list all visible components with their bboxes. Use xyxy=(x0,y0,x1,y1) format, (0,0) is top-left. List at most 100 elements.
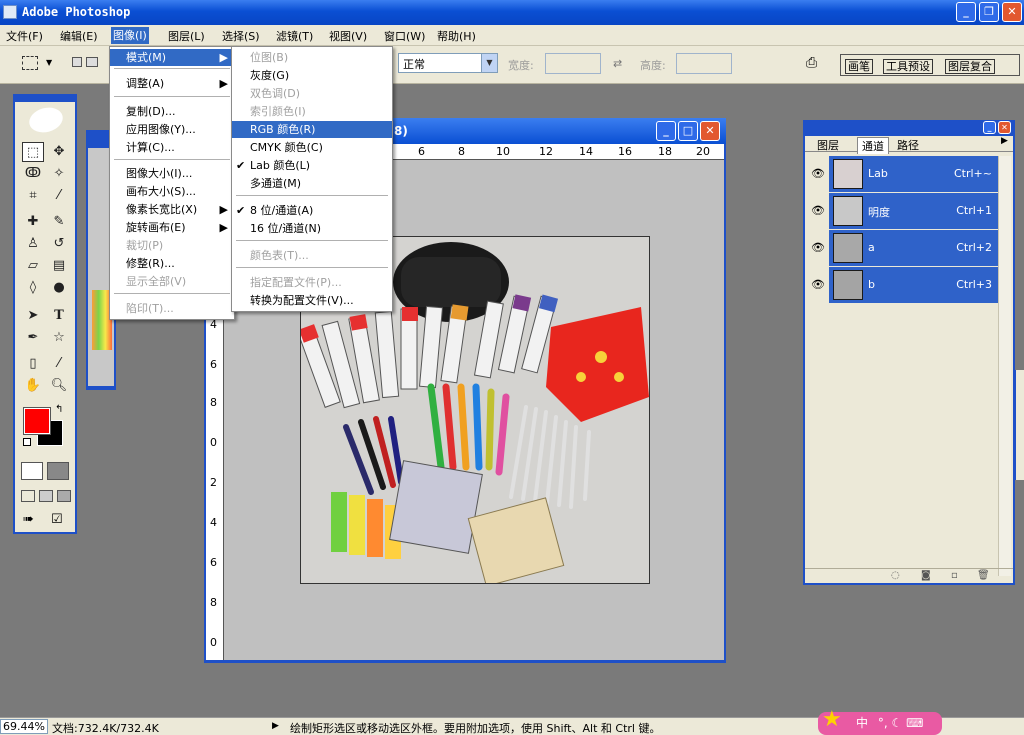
well-tab-layer-comps[interactable]: 图层复合 xyxy=(945,59,995,74)
shape-tool-icon[interactable]: ☆ xyxy=(48,328,70,348)
minimize-button[interactable]: _ xyxy=(956,2,976,22)
tab-channels[interactable]: 通道 xyxy=(857,137,889,154)
menu-view[interactable]: 视图(V) xyxy=(329,28,367,44)
doc-minimize-button[interactable]: _ xyxy=(656,121,676,141)
notes-tool-icon[interactable]: ▯ xyxy=(22,354,44,374)
channel-row-b[interactable]: 👁︎ b Ctrl+3 xyxy=(807,267,998,303)
menu-select[interactable]: 选择(S) xyxy=(222,28,260,44)
well-tab-brushes[interactable]: 画笔 xyxy=(845,59,873,74)
menu-layer[interactable]: 图层(L) xyxy=(168,28,205,44)
menu-item-rotate-canvas[interactable]: 旋转画布(E) ▶ xyxy=(110,219,234,236)
ime-keyboard-icon[interactable]: ⌨ xyxy=(906,716,923,730)
pen-tool-icon[interactable]: ✒ xyxy=(22,328,44,348)
history-brush-icon[interactable]: ↺ xyxy=(48,234,70,254)
channel-row-lightness[interactable]: 👁︎ 明度 Ctrl+1 xyxy=(807,193,998,229)
eye-icon[interactable]: 👁︎ xyxy=(807,156,829,192)
type-tool-icon[interactable]: T xyxy=(48,306,70,326)
style-select[interactable]: 正常 ▼ xyxy=(398,53,498,73)
load-selection-icon[interactable]: ◌ xyxy=(891,570,900,581)
screen-mode-standard-icon[interactable] xyxy=(21,490,35,502)
menu-image[interactable]: 图像(I) xyxy=(111,27,149,44)
save-selection-icon[interactable]: ◙ xyxy=(921,570,931,581)
hand-tool-icon[interactable]: ✋ xyxy=(22,376,44,396)
standard-mode-icon[interactable] xyxy=(21,462,43,480)
clone-stamp-icon[interactable]: ♙ xyxy=(22,234,44,254)
marquee-tool-icon[interactable]: ⬚ xyxy=(22,142,44,162)
swap-icon[interactable]: ⇄ xyxy=(613,57,622,70)
menu-item-image-size[interactable]: 图像大小(I)... xyxy=(110,165,192,182)
panel-scrollbar[interactable] xyxy=(998,156,1011,576)
menu-file[interactable]: 文件(F) xyxy=(6,28,43,44)
height-field[interactable] xyxy=(676,53,732,74)
close-button[interactable]: ✕ xyxy=(1002,2,1022,22)
menu-help[interactable]: 帮助(H) xyxy=(437,28,476,44)
well-tab-tool-presets[interactable]: 工具预设 xyxy=(883,59,933,74)
menu-item-grayscale[interactable]: 灰度(G) xyxy=(232,67,289,84)
eye-icon[interactable]: 👁︎ xyxy=(807,230,829,266)
brush-tool-icon[interactable]: ✎ xyxy=(48,212,70,232)
menu-item-calculations[interactable]: 计算(C)... xyxy=(110,139,175,156)
menu-item-apply-image[interactable]: 应用图像(Y)... xyxy=(110,121,196,138)
trash-icon[interactable]: 🗑︎ xyxy=(977,570,990,581)
menu-item-cmyk-color[interactable]: CMYK 颜色(C) xyxy=(232,139,323,156)
width-field[interactable] xyxy=(545,53,601,74)
file-browser-icon[interactable]: ⎙ xyxy=(806,55,826,73)
crop-tool-icon[interactable]: ⌗ xyxy=(22,186,44,206)
quick-mask-mode-icon[interactable] xyxy=(47,462,69,480)
magic-wand-tool-icon[interactable]: ✧ xyxy=(48,164,70,184)
menu-item-convert-profile[interactable]: 转换为配置文件(V)... xyxy=(232,292,354,309)
chevron-down-icon[interactable]: ▼ xyxy=(46,58,52,67)
menu-edit[interactable]: 编辑(E) xyxy=(60,28,98,44)
menu-window[interactable]: 窗口(W) xyxy=(384,28,425,44)
menu-item-pixel-aspect[interactable]: 像素长宽比(X) ▶ xyxy=(110,201,234,218)
menu-item-16-bit[interactable]: 16 位/通道(N) xyxy=(232,220,321,237)
menu-item-multichannel[interactable]: 多通道(M) xyxy=(232,175,301,192)
menu-item-canvas-size[interactable]: 画布大小(S)... xyxy=(110,183,196,200)
gradient-tool-icon[interactable]: ▤ xyxy=(48,256,70,276)
doc-maximize-button[interactable]: □ xyxy=(678,121,698,141)
menu-item-lab-color[interactable]: ✔ Lab 颜色(L) xyxy=(232,157,310,174)
menu-item-8-bit[interactable]: ✔ 8 位/通道(A) xyxy=(232,202,313,219)
ime-punctuation-icon[interactable]: °, xyxy=(878,716,888,730)
tab-paths[interactable]: 路径 xyxy=(897,137,919,153)
zoom-field[interactable]: 69.44% xyxy=(0,719,48,734)
menu-filter[interactable]: 滤镜(T) xyxy=(276,28,313,44)
play-icon[interactable]: ▶ xyxy=(272,721,279,731)
menu-item-trim[interactable]: 修整(R)... xyxy=(110,255,175,272)
channel-row-lab[interactable]: 👁︎ Lab Ctrl+~ xyxy=(807,156,998,192)
panel-minimize-button[interactable]: _ xyxy=(983,121,996,134)
menu-item-duplicate[interactable]: 复制(D)... xyxy=(110,103,176,120)
menu-item-rgb-color[interactable]: RGB 颜色(R) xyxy=(232,121,392,138)
panel-close-button[interactable]: ✕ xyxy=(998,121,1011,134)
default-colors-icon[interactable] xyxy=(23,438,31,446)
add-selection-icon[interactable] xyxy=(86,57,98,67)
doc-size-info[interactable]: 文档:732.4K/732.4K xyxy=(52,720,159,735)
eye-icon[interactable]: 👁︎ xyxy=(807,193,829,229)
panel-menu-arrow-icon[interactable]: ▶ xyxy=(1001,136,1008,146)
doc-close-button[interactable]: ✕ xyxy=(700,121,720,141)
menu-item-adjust[interactable]: 调整(A) ▶ xyxy=(110,75,234,92)
marquee-tool-preset-icon[interactable] xyxy=(22,56,38,70)
slice-tool-icon[interactable]: ⁄ xyxy=(48,186,70,206)
eye-icon[interactable]: 👁︎ xyxy=(807,267,829,303)
eraser-tool-icon[interactable]: ▱ xyxy=(22,256,44,276)
ime-moon-icon[interactable]: ☾ xyxy=(892,716,903,730)
path-selection-icon[interactable]: ➤ xyxy=(22,306,44,326)
foreground-color-swatch[interactable] xyxy=(23,407,51,435)
checkbox-icon[interactable]: ☑ xyxy=(51,512,67,528)
healing-brush-icon[interactable]: ✚ xyxy=(22,212,44,232)
lasso-tool-icon[interactable]: ↂ xyxy=(22,164,44,184)
zoom-tool-icon[interactable]: 🔍︎ xyxy=(48,376,70,396)
ime-toolbar[interactable]: ★ 中 °, ☾ ⌨ xyxy=(818,708,942,735)
blur-tool-icon[interactable]: ◊ xyxy=(22,278,44,298)
new-channel-icon[interactable]: ▫ xyxy=(951,570,958,581)
dodge-tool-icon[interactable]: ● xyxy=(48,278,70,298)
channel-row-a[interactable]: 👁︎ a Ctrl+2 xyxy=(807,230,998,266)
screen-mode-menubar-icon[interactable] xyxy=(39,490,53,502)
move-tool-icon[interactable]: ✥ xyxy=(48,142,70,162)
restore-button[interactable]: ❐ xyxy=(979,2,999,22)
tab-layers[interactable]: 图层 xyxy=(817,137,839,153)
swap-colors-icon[interactable]: ↰ xyxy=(55,404,63,415)
new-selection-icon[interactable] xyxy=(72,57,82,67)
menu-item-mode[interactable]: 模式(M) ▶ xyxy=(110,49,234,66)
